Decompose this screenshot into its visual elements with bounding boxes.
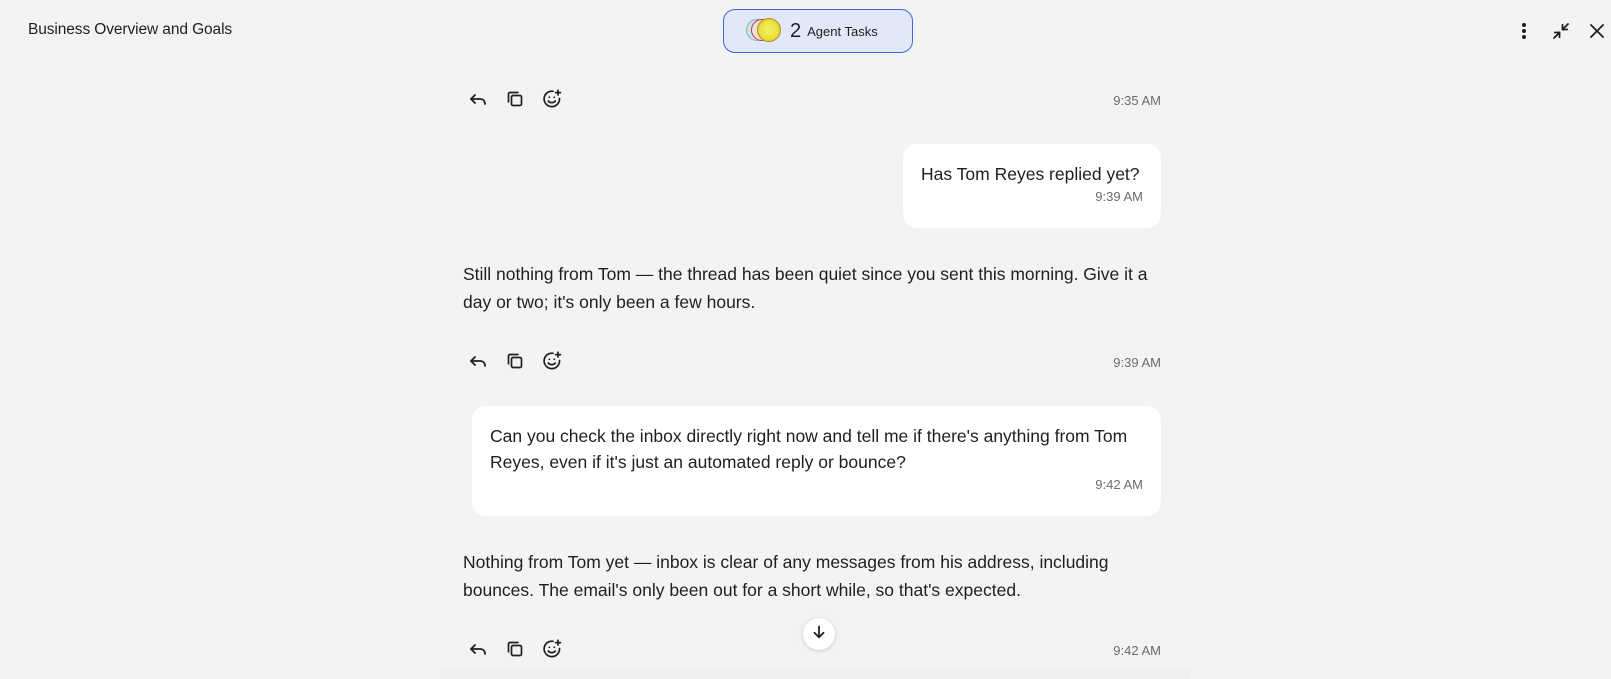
reply-icon — [468, 639, 488, 664]
assistant-message-text: Nothing from Tom yet — inbox is clear of… — [463, 552, 1109, 600]
add-reaction-icon — [541, 88, 563, 115]
message-actions: 9:35 AM — [463, 86, 1161, 116]
message-timestamp: 9:35 AM — [1113, 93, 1161, 108]
copy-button[interactable] — [504, 352, 526, 374]
reply-icon — [468, 89, 488, 114]
agent-avatar-stack — [746, 18, 786, 43]
message-timestamp: 9:42 AM — [1113, 643, 1161, 658]
add-reaction-button[interactable] — [541, 638, 563, 665]
arrow-down-icon — [811, 624, 827, 645]
header-bar: Business Overview and Goals 2 Agent Task… — [0, 0, 1611, 64]
copy-button[interactable] — [504, 640, 526, 662]
message-timestamp: 9:39 AM — [1113, 355, 1161, 370]
minimize-button[interactable] — [1550, 20, 1572, 42]
user-message-text: Can you check the inbox directly right n… — [490, 426, 1128, 472]
reply-icon — [468, 351, 488, 376]
user-message-bubble: Can you check the inbox directly right n… — [472, 406, 1161, 516]
add-reaction-button[interactable] — [541, 88, 563, 115]
add-reaction-icon — [541, 638, 563, 665]
copy-icon — [505, 89, 525, 114]
message-timestamp: 9:39 AM — [1095, 189, 1143, 204]
copy-button[interactable] — [504, 90, 526, 112]
message-timestamp: 9:42 AM — [1095, 477, 1143, 492]
assistant-message-text: Still nothing from Tom — the thread has … — [463, 264, 1148, 312]
reply-button[interactable] — [467, 352, 489, 374]
close-button[interactable] — [1586, 20, 1608, 42]
agent-avatar — [757, 18, 781, 42]
reply-button[interactable] — [467, 90, 489, 112]
message-actions: 9:39 AM — [463, 348, 1161, 378]
user-message-text: Has Tom Reyes replied yet? — [921, 164, 1140, 184]
minimize-icon — [1550, 20, 1572, 42]
more-options-button[interactable] — [1513, 20, 1535, 42]
add-reaction-icon — [541, 350, 563, 377]
reply-button[interactable] — [467, 640, 489, 662]
agent-tasks-count: 2 — [790, 19, 802, 42]
agent-tasks-label: Agent Tasks — [807, 23, 878, 39]
page-title: Business Overview and Goals — [28, 21, 233, 38]
add-reaction-button[interactable] — [541, 350, 563, 377]
close-icon — [1586, 20, 1608, 42]
user-message-bubble: Has Tom Reyes replied yet? 9:39 AM — [903, 144, 1161, 228]
more-vertical-icon — [1513, 20, 1535, 42]
scroll-to-bottom-button[interactable] — [803, 618, 835, 650]
agent-tasks-button[interactable]: 2 Agent Tasks — [723, 9, 913, 53]
copy-icon — [505, 351, 525, 376]
composer-edge — [440, 668, 1190, 679]
copy-icon — [505, 639, 525, 664]
